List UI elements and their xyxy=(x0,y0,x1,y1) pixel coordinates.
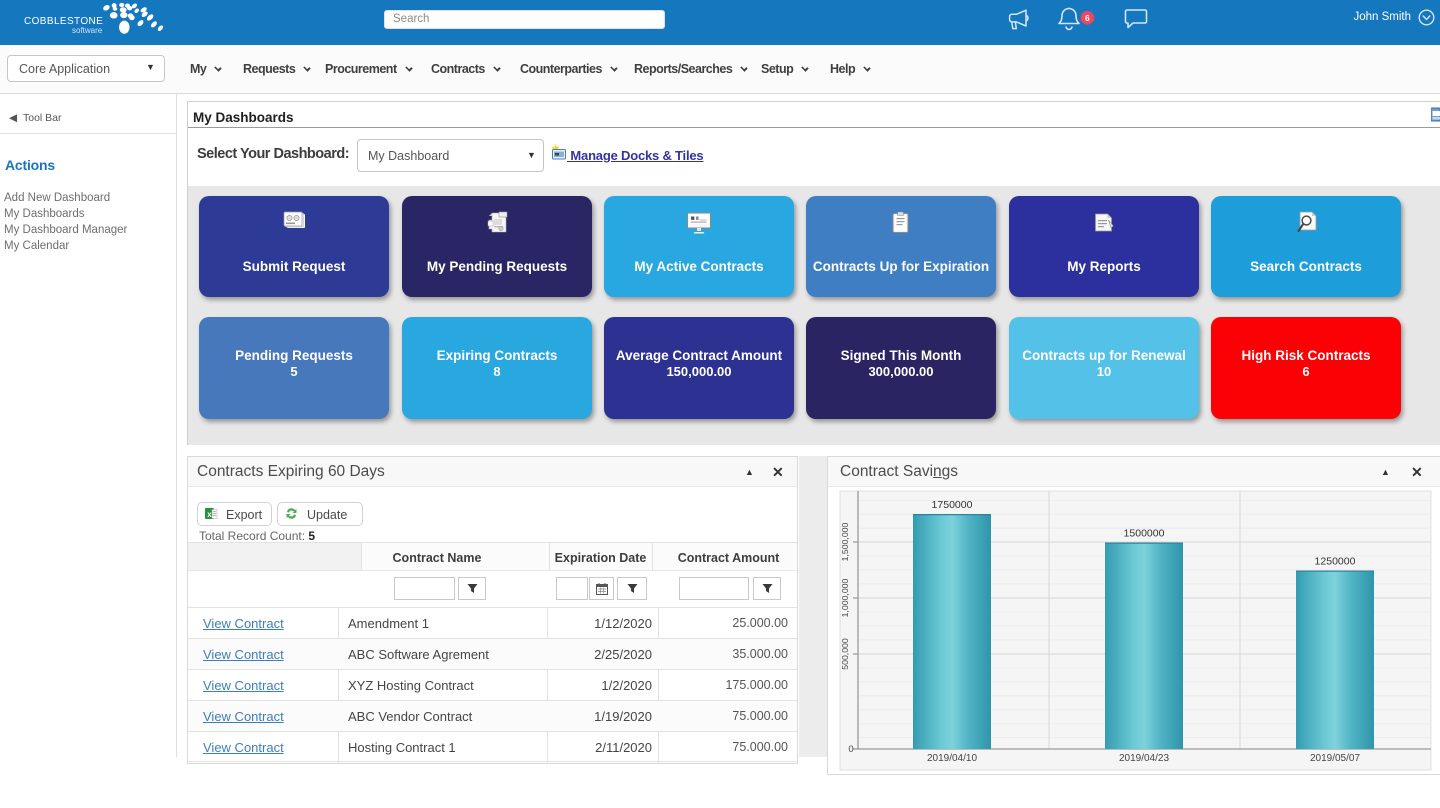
svg-text:0: 0 xyxy=(848,744,853,755)
svg-text:2019/04/10: 2019/04/10 xyxy=(927,753,977,764)
svg-text:software: software xyxy=(72,26,103,35)
svg-text:x: x xyxy=(207,510,212,519)
svg-text:1250000: 1250000 xyxy=(1315,556,1356,568)
svg-text:1,000,000: 1,000,000 xyxy=(840,579,850,618)
svg-text:2019/05/07: 2019/05/07 xyxy=(1310,753,1360,764)
svg-text:1500000: 1500000 xyxy=(1124,528,1165,540)
svg-text:1750000: 1750000 xyxy=(932,499,973,511)
svg-text:500,000: 500,000 xyxy=(840,638,850,670)
svg-text:6: 6 xyxy=(1085,13,1090,23)
svg-text:2019/04/23: 2019/04/23 xyxy=(1119,753,1169,764)
svg-text:1,500,000: 1,500,000 xyxy=(840,523,850,562)
